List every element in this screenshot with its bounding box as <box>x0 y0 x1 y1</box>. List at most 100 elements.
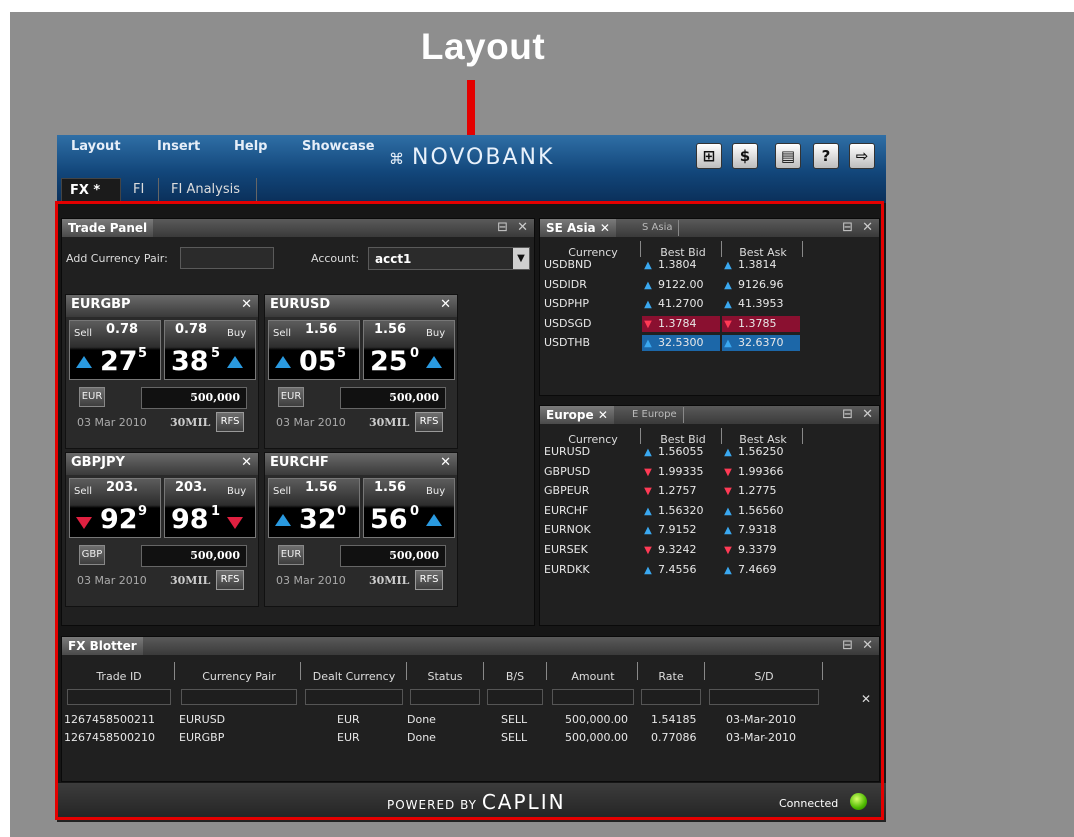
menu-layout[interactable]: Layout <box>71 139 121 159</box>
best-bid-cell[interactable]: ▼ 1.2757 <box>642 483 720 499</box>
column-filter-input[interactable] <box>641 689 701 705</box>
tab-europe[interactable]: Europe ✕ <box>540 406 614 424</box>
add-currency-icon[interactable]: $ <box>732 143 758 169</box>
close-icon[interactable]: ✕ <box>241 455 252 470</box>
close-icon[interactable]: ✕ <box>517 219 528 237</box>
amount-input[interactable]: 500,000 <box>141 545 247 567</box>
dealt-currency-button[interactable]: EUR <box>278 545 304 565</box>
close-icon[interactable]: ✕ <box>862 219 873 237</box>
menu-showcase[interactable]: Showcase <box>302 139 375 159</box>
tab-se-asia[interactable]: SE Asia ✕ <box>540 219 616 237</box>
rfs-button[interactable]: RFS <box>216 412 244 432</box>
logout-icon[interactable]: ⇨ <box>849 143 875 169</box>
column-filter-input[interactable] <box>181 689 297 705</box>
column-filter-input[interactable] <box>709 689 819 705</box>
column-filter-input[interactable] <box>487 689 543 705</box>
tab-e-europe[interactable]: E Europe <box>626 407 684 423</box>
close-icon[interactable]: ✕ <box>440 297 451 312</box>
best-bid-cell[interactable]: ▲ 1.56320 <box>642 503 720 519</box>
best-ask-cell[interactable]: ▲ 9126.96 <box>722 277 800 293</box>
help-icon[interactable]: ? <box>813 143 839 169</box>
rfs-button[interactable]: RFS <box>415 570 443 590</box>
tab-fx[interactable]: FX * <box>61 178 121 202</box>
best-bid-cell[interactable]: ▼ 9.3242 <box>642 542 720 558</box>
add-pair-input[interactable] <box>180 247 274 269</box>
blotter-column-header[interactable]: Trade ID <box>66 670 172 683</box>
best-ask-cell[interactable]: ▲ 1.3814 <box>722 257 800 273</box>
blotter-column-header[interactable]: B/S <box>486 670 544 683</box>
column-filter-input[interactable] <box>410 689 480 705</box>
save-icon[interactable]: ▤ <box>775 143 801 169</box>
best-bid-cell[interactable]: ▲ 41.2700 <box>642 296 720 312</box>
close-icon[interactable]: ✕ <box>862 406 873 424</box>
best-ask-cell[interactable]: ▲ 1.56560 <box>722 503 800 519</box>
best-ask-cell[interactable]: ▼ 9.3379 <box>722 542 800 558</box>
best-bid-cell[interactable]: ▲ 7.4556 <box>642 562 720 578</box>
column-filter-input[interactable] <box>67 689 171 705</box>
tab-s-asia[interactable]: S Asia <box>636 220 680 236</box>
best-bid-cell[interactable]: ▼ 1.99335 <box>642 464 720 480</box>
close-icon[interactable]: ✕ <box>862 637 873 655</box>
buy-price-button[interactable]: 1.56 Buy 25 0 <box>363 320 455 380</box>
dealt-currency-button[interactable]: GBP <box>79 545 105 565</box>
best-ask-cell[interactable]: ▲ 41.3953 <box>722 296 800 312</box>
amount-input[interactable]: 500,000 <box>340 387 446 409</box>
maximize-icon[interactable]: ⊟ <box>842 637 853 655</box>
close-tab-icon[interactable]: ✕ <box>598 408 608 422</box>
sell-price-button[interactable]: Sell 0.78 27 5 <box>69 320 161 380</box>
clear-filters-icon[interactable]: ✕ <box>861 692 871 706</box>
tab-fi[interactable]: FI <box>125 178 159 202</box>
sell-price-button[interactable]: Sell 1.56 32 0 <box>268 478 360 538</box>
add-panel-icon[interactable]: ⊞ <box>696 143 722 169</box>
best-bid-cell[interactable]: ▲ 1.3804 <box>642 257 720 273</box>
tab-fi-analysis[interactable]: FI Analysis <box>163 178 257 202</box>
maximize-icon[interactable]: ⊟ <box>842 219 853 237</box>
blotter-column-header[interactable]: Status <box>409 670 481 683</box>
maximize-icon[interactable]: ⊟ <box>842 406 853 424</box>
close-tab-icon[interactable]: ✕ <box>600 221 610 235</box>
best-bid-cell[interactable]: ▲ 9122.00 <box>642 277 720 293</box>
blotter-column-header[interactable]: S/D <box>708 670 820 683</box>
dealt-currency-button[interactable]: EUR <box>79 387 105 407</box>
menu-insert[interactable]: Insert <box>157 139 200 159</box>
close-icon[interactable]: ✕ <box>440 455 451 470</box>
buy-price-button[interactable]: 203. Buy 98 1 <box>164 478 256 538</box>
dealt-currency-button[interactable]: EUR <box>278 387 304 407</box>
rfs-button[interactable]: RFS <box>415 412 443 432</box>
best-ask-cell[interactable]: ▲ 7.9318 <box>722 522 800 538</box>
maximize-icon[interactable]: ⊟ <box>497 219 508 237</box>
sell-price-button[interactable]: Sell 1.56 05 5 <box>268 320 360 380</box>
table-row[interactable]: 1267458500210 EURGBP EUR Done SELL 500,000.00… <box>62 731 857 747</box>
best-ask-cell[interactable]: ▼ 1.3785 <box>722 315 800 332</box>
best-ask-cell[interactable]: ▼ 1.99366 <box>722 464 800 480</box>
column-filter-input[interactable] <box>552 689 634 705</box>
sell-price-button[interactable]: Sell 203. 92 9 <box>69 478 161 538</box>
best-bid-cell[interactable]: ▼ 1.3784 <box>642 315 720 332</box>
chevron-down-icon[interactable]: ▼ <box>513 248 529 269</box>
blotter-column-header[interactable]: Currency Pair <box>180 670 298 683</box>
blotter-column-header[interactable]: Amount <box>551 670 635 683</box>
best-ask-cell[interactable]: ▲ 1.56250 <box>722 444 800 460</box>
best-ask-cell[interactable]: ▲ 7.4669 <box>722 562 800 578</box>
best-bid-cell[interactable]: ▲ 1.56055 <box>642 444 720 460</box>
best-ask-cell[interactable]: ▼ 1.2775 <box>722 483 800 499</box>
amount-input[interactable]: 500,000 <box>340 545 446 567</box>
buy-price-button[interactable]: 0.78 Buy 38 5 <box>164 320 256 380</box>
amount-input[interactable]: 500,000 <box>141 387 247 409</box>
blotter-cell: EUR <box>337 731 360 744</box>
buy-price-button[interactable]: 1.56 Buy 56 0 <box>363 478 455 538</box>
close-icon[interactable]: ✕ <box>241 297 252 312</box>
powered-by-label: POWERED BY <box>387 798 478 812</box>
table-row[interactable]: 1267458500211 EURUSD EUR Done SELL 500,000.00… <box>62 713 857 729</box>
best-bid-cell[interactable]: ▲ 32.5300 <box>642 335 720 352</box>
column-filter-input[interactable] <box>305 689 403 705</box>
best-ask-cell[interactable]: ▲ 32.6370 <box>722 335 800 352</box>
settlement-date: 03 Mar 2010 <box>77 574 147 587</box>
blotter-column-header[interactable]: Dealt Currency <box>304 670 404 683</box>
rfs-button[interactable]: RFS <box>216 570 244 590</box>
menu-help[interactable]: Help <box>234 139 267 159</box>
best-bid-cell[interactable]: ▲ 7.9152 <box>642 522 720 538</box>
blotter-column-header[interactable]: Rate <box>640 670 702 683</box>
account-select[interactable]: acct1 ▼ <box>368 247 530 270</box>
account-label: Account: <box>311 252 360 265</box>
